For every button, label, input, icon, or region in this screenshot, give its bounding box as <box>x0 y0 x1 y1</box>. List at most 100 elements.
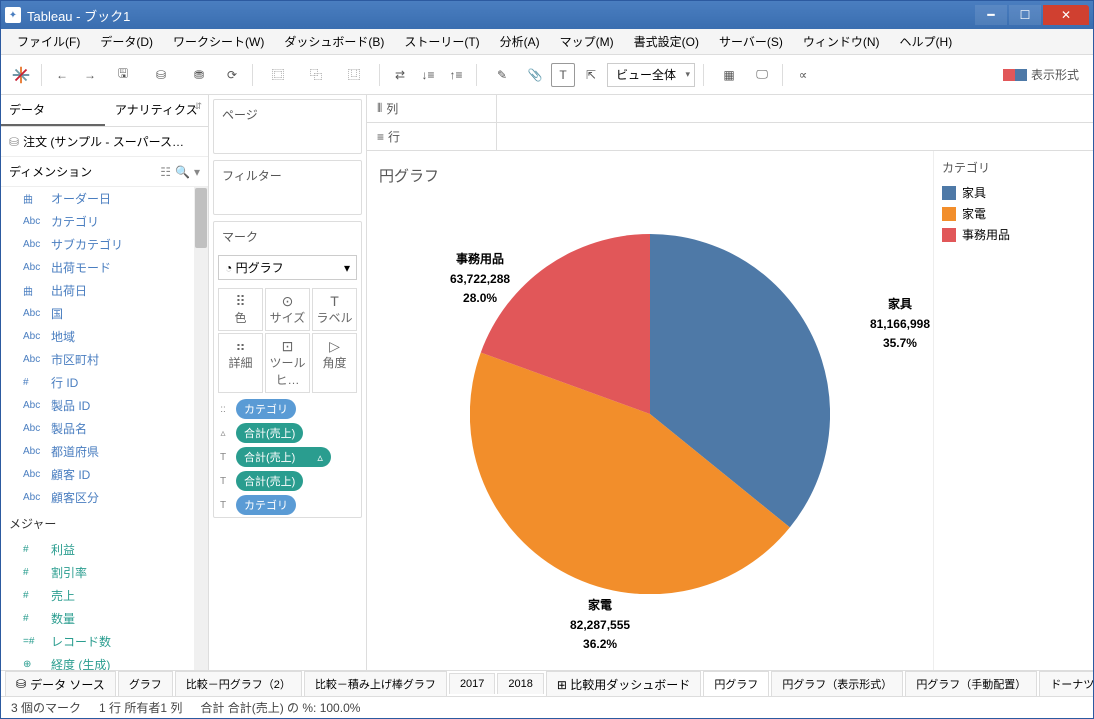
field-dimension[interactable]: Abc都道府県 <box>1 440 208 463</box>
tab-analytics[interactable]: アナリティクス <box>105 95 209 126</box>
marks-type-select[interactable]: ◔ 円グラフ▾ <box>218 255 357 280</box>
dashboard-button[interactable]: ▦ <box>712 63 746 87</box>
sheet-tab[interactable]: 円グラフ（表示形式） <box>771 671 903 696</box>
columns-shelf[interactable]: ⦀列 <box>367 95 1093 123</box>
highlight-button[interactable]: ✎ <box>485 63 519 87</box>
field-dimension[interactable]: 曲出荷日 <box>1 279 208 302</box>
menu-worksheet[interactable]: ワークシート(W) <box>165 31 272 52</box>
field-dimension[interactable]: 曲オーダー日 <box>1 187 208 210</box>
sheet-tab[interactable]: 比較－円グラフ（2） <box>175 671 302 696</box>
data-pane: データ アナリティクス ⛁注文 (サンプル - スーパース… ディメンション☷ … <box>1 95 209 670</box>
field-dimension[interactable]: Abcサブカテゴリ <box>1 233 208 256</box>
show-me-button[interactable]: 表示形式 <box>997 64 1085 85</box>
field-measure[interactable]: #売上 <box>1 584 208 607</box>
pie-label-appliances: 家電82,287,55536.2% <box>570 595 630 654</box>
pages-shelf[interactable]: ページ <box>213 99 362 154</box>
sheet-tab[interactable]: ドーナツ <box>1039 671 1093 696</box>
marks-color[interactable]: ⠿色 <box>218 288 263 331</box>
new-datasource-button[interactable]: ⛁ <box>144 63 178 87</box>
tableau-icon[interactable] <box>9 63 33 87</box>
field-dimension[interactable]: #行 ID <box>1 371 208 394</box>
autoupdate-button[interactable]: ⟳ <box>220 63 244 87</box>
refresh-button[interactable]: ⛃ <box>182 63 216 87</box>
swap-button[interactable]: ⇄ <box>388 63 412 87</box>
field-dimension[interactable]: Abcカテゴリ <box>1 210 208 233</box>
sheet-tab[interactable]: 円グラフ（手動配置） <box>905 671 1037 696</box>
menu-story[interactable]: ストーリー(T) <box>396 31 487 52</box>
tab-data[interactable]: データ <box>1 95 105 126</box>
marks-detail[interactable]: ⠶詳細 <box>218 333 263 393</box>
datasource-icon: ⛁ <box>9 135 19 149</box>
field-dimension[interactable]: Abc製品 ID <box>1 394 208 417</box>
field-dimension[interactable]: Abc市区町村 <box>1 348 208 371</box>
sheet-tab-active[interactable]: 円グラフ <box>703 671 769 697</box>
sheet-tab[interactable]: グラフ <box>118 671 173 696</box>
datasource-item[interactable]: ⛁注文 (サンプル - スーパース… <box>1 127 208 157</box>
field-dimension[interactable]: Abc顧客区分 <box>1 486 208 509</box>
menu-analysis[interactable]: 分析(A) <box>492 31 548 52</box>
pill[interactable]: カテゴリ <box>236 399 296 419</box>
field-measure[interactable]: #割引率 <box>1 561 208 584</box>
back-button[interactable]: ← <box>50 63 74 87</box>
presentation-button[interactable]: 🖵 <box>750 63 774 87</box>
save-button[interactable]: 🖫 <box>106 63 140 87</box>
minimize-button[interactable]: ━ <box>975 5 1007 25</box>
field-measure[interactable]: =#レコード数 <box>1 630 208 653</box>
pill[interactable]: 合計(売上) <box>236 471 303 491</box>
columns-icon: ⦀ <box>377 101 382 116</box>
close-button[interactable]: ✕ <box>1043 5 1089 25</box>
menu-data[interactable]: データ(D) <box>92 31 161 52</box>
menu-map[interactable]: マップ(M) <box>552 31 622 52</box>
tab-datasource[interactable]: ⛁データ ソース <box>5 671 116 697</box>
menu-format[interactable]: 書式設定(O) <box>626 31 707 52</box>
field-dimension[interactable]: Abc出荷モード <box>1 256 208 279</box>
new-sheet-button[interactable]: ⿴ <box>261 63 295 87</box>
pill[interactable]: 合計(売上) <box>236 423 303 443</box>
label-button[interactable]: T <box>551 63 575 87</box>
chart-title: 円グラフ <box>377 161 923 194</box>
menu-help[interactable]: ヘルプ(H) <box>892 31 961 52</box>
view-icon[interactable]: ☷ <box>160 165 171 179</box>
maximize-button[interactable]: ☐ <box>1009 5 1041 25</box>
menu-server[interactable]: サーバー(S) <box>711 31 791 52</box>
menu-icon[interactable]: ▾ <box>194 165 200 179</box>
sheet-tab[interactable]: 2017 <box>449 673 495 694</box>
tableau-logo-icon: ✦ <box>5 7 21 23</box>
menu-file[interactable]: ファイル(F) <box>9 31 88 52</box>
menu-window[interactable]: ウィンドウ(N) <box>795 31 888 52</box>
sheet-tab[interactable]: ⊞ 比較用ダッシュボード <box>546 671 701 697</box>
marks-angle[interactable]: ▷角度 <box>312 333 357 393</box>
marks-tooltip[interactable]: ⊡ツールヒ… <box>265 333 310 393</box>
menu-dashboard[interactable]: ダッシュボード(B) <box>276 31 392 52</box>
share-button[interactable]: ∝ <box>791 63 815 87</box>
legend-item[interactable]: 事務用品 <box>942 224 1085 245</box>
field-dimension[interactable]: Abc顧客 ID <box>1 463 208 486</box>
pill[interactable]: 合計(売上) ▵ <box>236 447 331 467</box>
field-measure[interactable]: ⊕経度 (生成) <box>1 653 208 670</box>
marks-label[interactable]: Tラベル <box>312 288 357 331</box>
forward-button[interactable]: → <box>78 63 102 87</box>
pie-chart[interactable] <box>470 234 830 594</box>
scrollbar[interactable] <box>194 187 208 670</box>
field-measure[interactable]: #数量 <box>1 607 208 630</box>
pill[interactable]: カテゴリ <box>236 495 296 515</box>
marks-size[interactable]: ⊙サイズ <box>265 288 310 331</box>
duplicate-button[interactable]: ⿻ <box>299 63 333 87</box>
sort-desc-button[interactable]: ↑≡ <box>444 63 468 87</box>
legend-item[interactable]: 家電 <box>942 203 1085 224</box>
field-dimension[interactable]: Abc国 <box>1 302 208 325</box>
sheet-tab[interactable]: 比較－積み上げ棒グラフ <box>304 671 447 696</box>
field-dimension[interactable]: Abc製品名 <box>1 417 208 440</box>
view-fit-select[interactable]: ビュー全体 <box>607 63 695 87</box>
legend-item[interactable]: 家具 <box>942 182 1085 203</box>
sheet-tab[interactable]: 2018 <box>497 673 543 694</box>
rows-shelf[interactable]: ≡行 <box>367 123 1093 151</box>
filters-shelf[interactable]: フィルター <box>213 160 362 215</box>
sort-asc-button[interactable]: ↓≡ <box>416 63 440 87</box>
clear-button[interactable]: ⿶ <box>337 63 371 87</box>
search-icon[interactable]: 🔍 <box>175 165 190 179</box>
fix-axis-button[interactable]: ⇱ <box>579 63 603 87</box>
attach-button[interactable]: 📎 <box>523 63 547 87</box>
field-measure[interactable]: #利益 <box>1 538 208 561</box>
field-dimension[interactable]: Abc地域 <box>1 325 208 348</box>
